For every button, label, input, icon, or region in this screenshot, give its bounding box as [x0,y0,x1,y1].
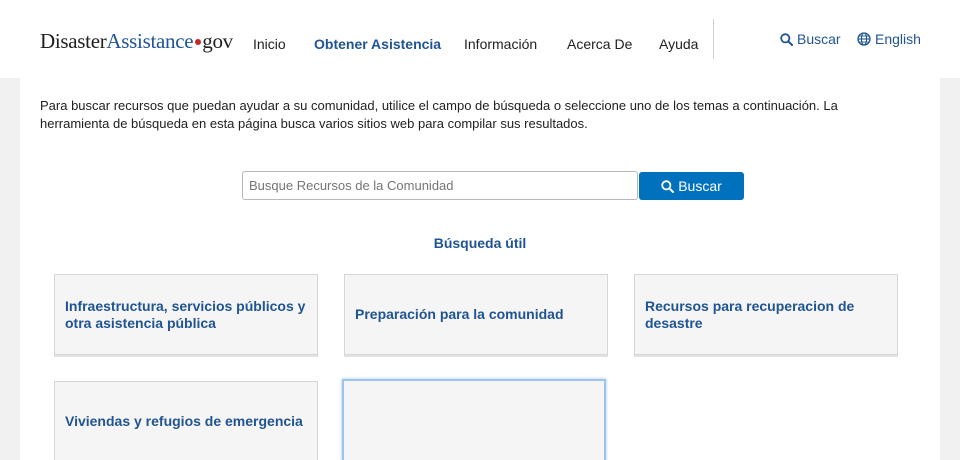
search-button[interactable]: Buscar [639,172,744,200]
globe-icon [857,32,871,46]
nav-divider [713,19,714,59]
header-search-link[interactable]: Buscar [780,31,841,47]
language-toggle[interactable]: English [857,31,921,47]
nav-acerca-de[interactable]: Acerca De [567,36,632,52]
topic-card-infraestructura[interactable]: Infraestructura, servicios públicos y ot… [54,274,318,355]
language-label: English [875,31,921,47]
nav-informacion[interactable]: Información [464,36,537,52]
logo-text-disaster: Disaster [40,29,107,53]
intro-text: Para buscar recursos que puedan ayudar a… [40,98,838,131]
topic-card-preparacion[interactable]: Preparación para la comunidad [344,274,608,355]
search-icon [661,179,675,193]
nav-obtener-asistencia[interactable]: Obtener Asistencia [314,36,441,52]
community-search-input[interactable] [242,171,638,200]
topic-card-label: Infraestructura, servicios públicos y ot… [65,297,306,331]
topic-card-label: Recursos para recuperacion de desastre [645,297,855,331]
logo-dot-icon [195,39,202,46]
nav-ayuda[interactable]: Ayuda [659,36,698,52]
logo-text-assistance: Assistance [106,29,194,53]
site-header: DisasterAssistance gov Inicio Obtener Asi… [0,0,960,78]
nav-inicio[interactable]: Inicio [253,36,286,52]
search-icon [780,32,793,46]
section-title: Búsqueda útil [433,235,527,251]
topic-card-label: Preparación para la comunidad [355,306,564,322]
search-button-label: Buscar [678,178,722,194]
logo-text-gov: gov [202,29,233,53]
topic-card-label: Viviendas y refugios de emergencia [65,413,303,429]
topic-card-viviendas[interactable]: Viviendas y refugios de emergencia [54,381,318,460]
header-search-label: Buscar [797,31,841,47]
topic-card-recursos-recuperacion[interactable]: Recursos para recuperacion de desastre [634,274,898,355]
topic-card-empty-focused[interactable] [342,379,606,460]
site-logo[interactable]: DisasterAssistance gov [40,29,233,53]
